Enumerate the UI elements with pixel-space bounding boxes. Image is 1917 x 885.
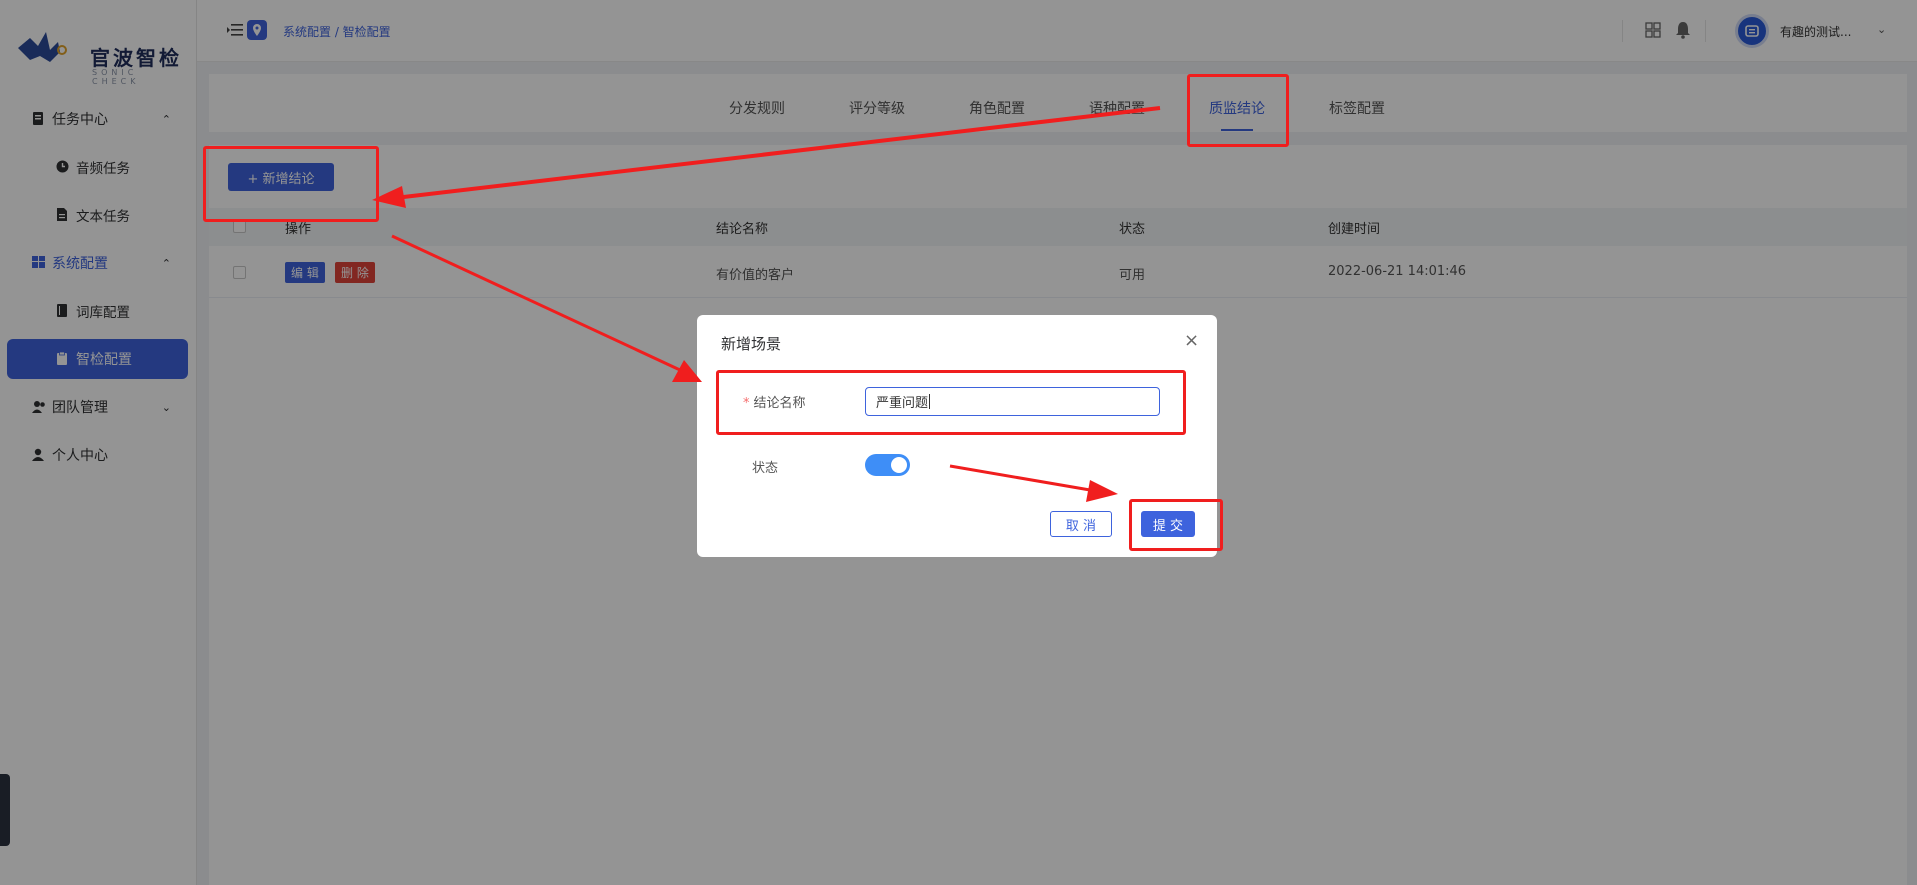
arrow-head — [1086, 480, 1118, 502]
arrow-head — [672, 360, 702, 382]
arrow-add-to-input — [391, 234, 681, 372]
arrow-toggle-to-submit — [949, 464, 1091, 492]
annotation-arrows — [372, 106, 1161, 502]
arrow-head — [372, 186, 406, 208]
arrow-tab-to-add — [394, 106, 1161, 200]
